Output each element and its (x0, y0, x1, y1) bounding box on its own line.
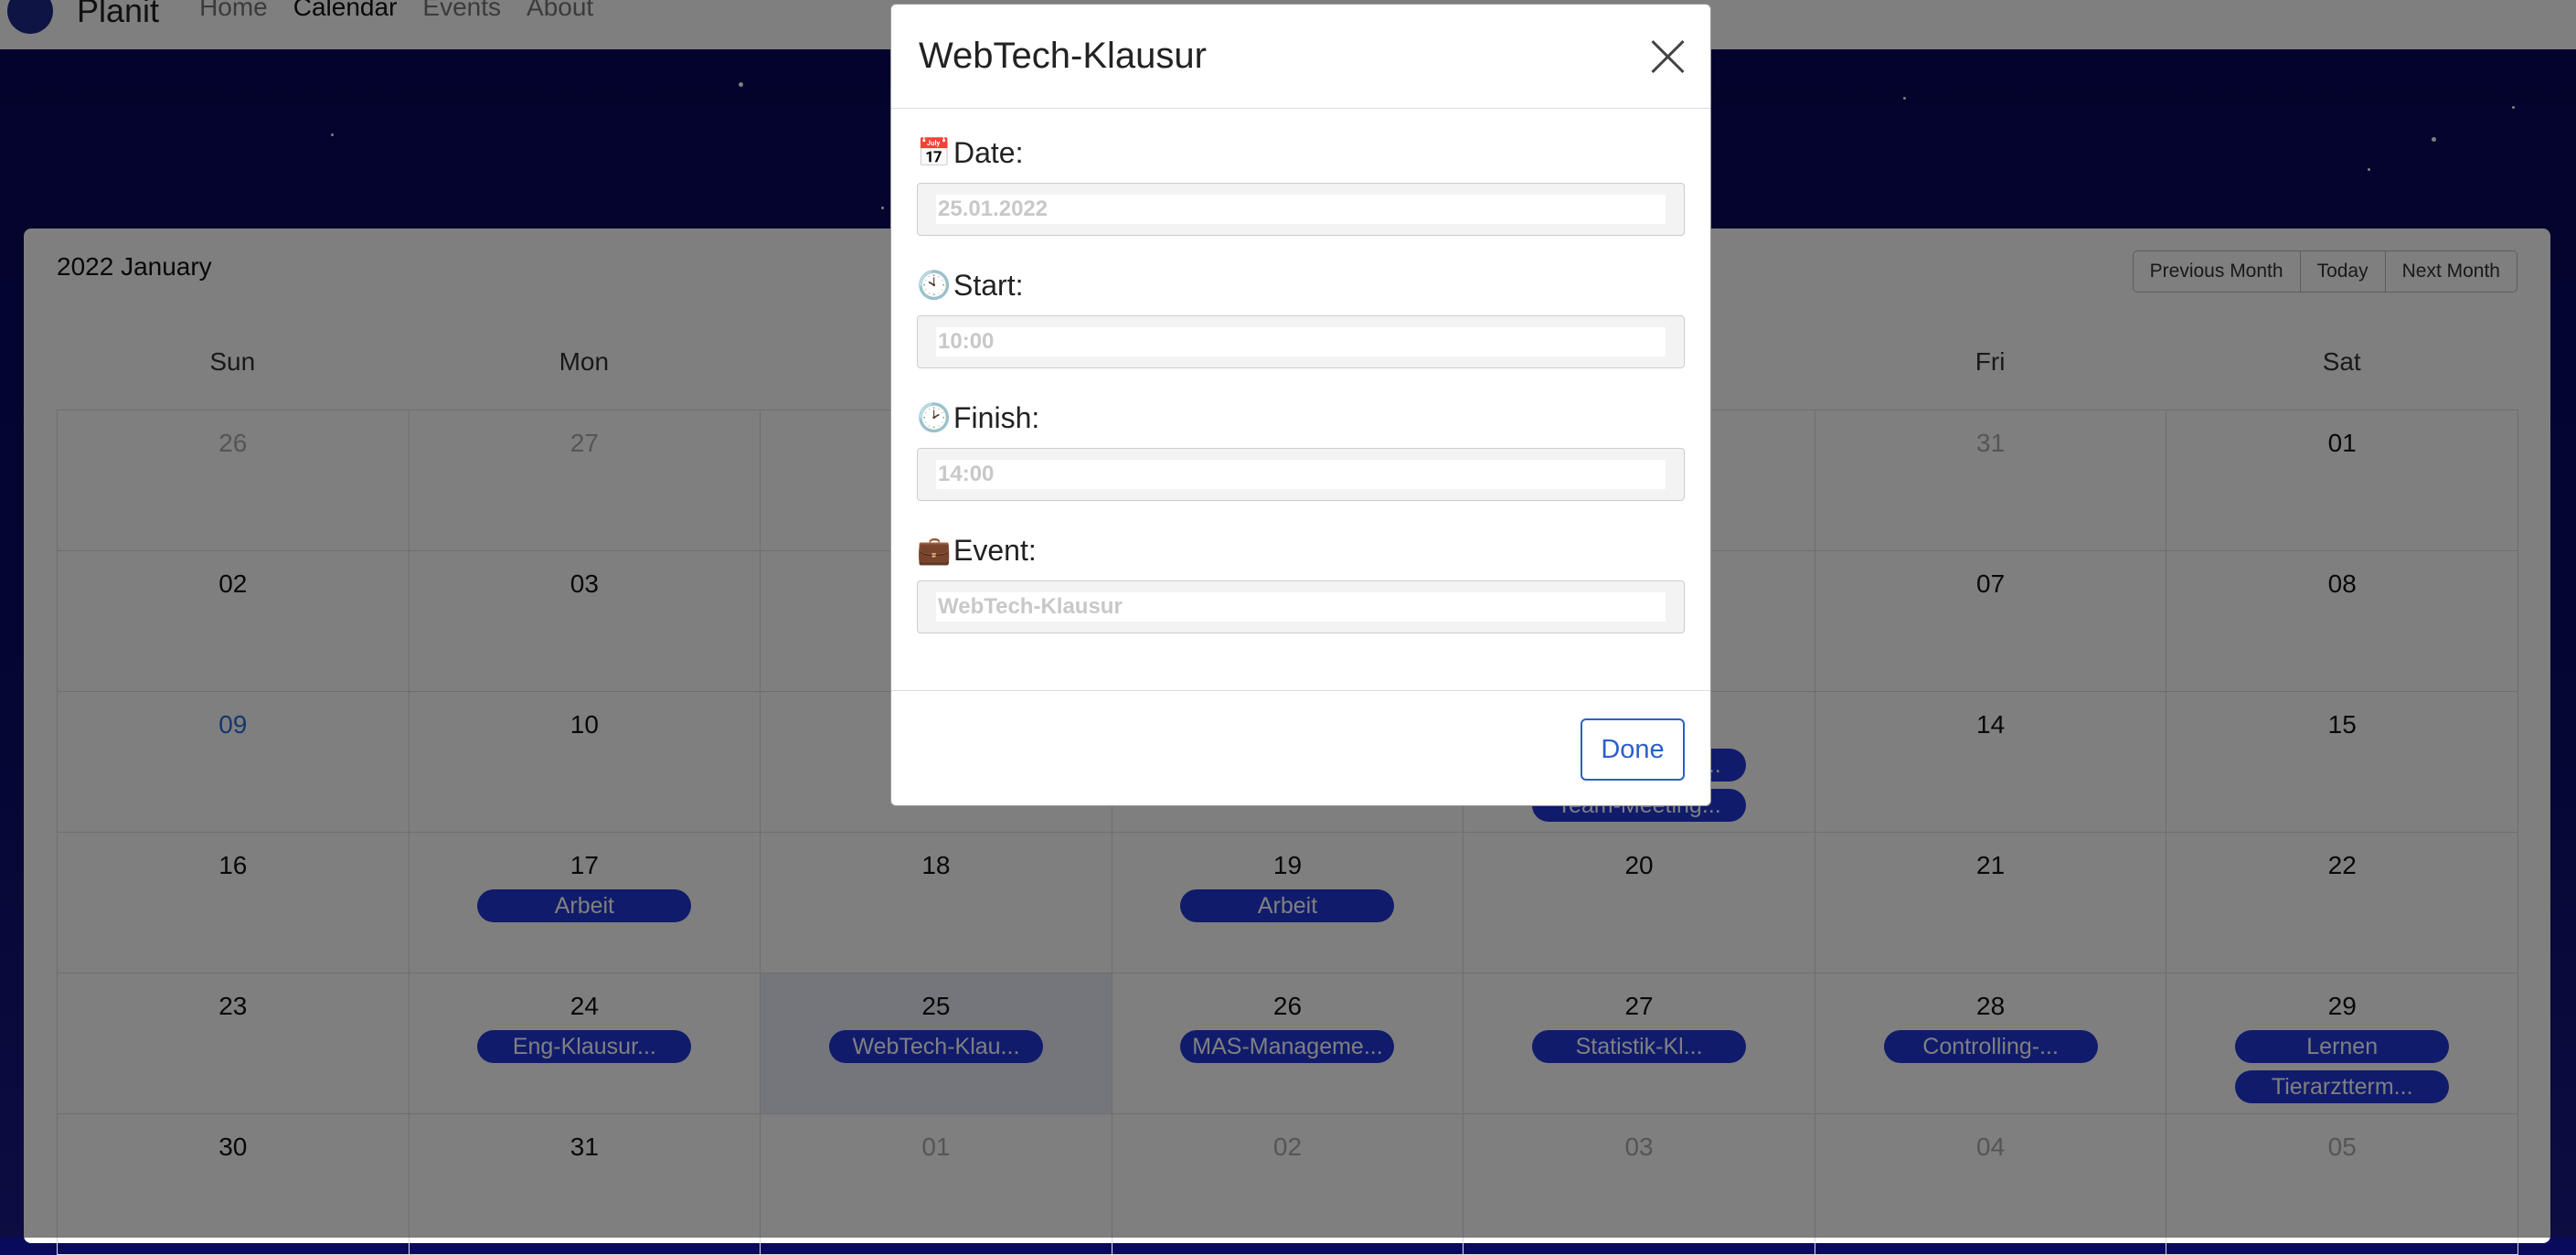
start-label-text: Start: (953, 269, 1024, 302)
finish-time-input[interactable] (936, 460, 1666, 489)
event-label-text: Event: (953, 534, 1037, 567)
done-button[interactable]: Done (1581, 718, 1685, 781)
modal-footer: Done (891, 690, 1710, 805)
close-icon[interactable] (1650, 38, 1687, 75)
finish-label: 🕑 Finish: (917, 401, 1685, 435)
date-field: 📅 Date: (917, 136, 1685, 236)
event-name-input[interactable] (936, 592, 1666, 622)
calendar-icon: 📅 (917, 138, 952, 168)
modal-title: WebTech-Klausur (919, 36, 1207, 76)
date-input[interactable] (936, 195, 1666, 224)
start-time-input[interactable] (936, 327, 1666, 356)
modal-body: 📅 Date: 🕙 Start: 🕑 Finish: (891, 109, 1710, 633)
event-details-modal: WebTech-Klausur 📅 Date: 🕙 Start: 🕑 (890, 4, 1711, 806)
start-input-wrap (917, 315, 1685, 368)
date-input-wrap (917, 183, 1685, 236)
date-label-text: Date: (953, 136, 1024, 169)
modal-header: WebTech-Klausur (891, 5, 1710, 109)
briefcase-icon: 💼 (917, 536, 952, 566)
finish-label-text: Finish: (953, 401, 1040, 434)
clock-icon: 🕑 (917, 403, 952, 433)
event-label: 💼 Event: (917, 534, 1685, 568)
start-label: 🕙 Start: (917, 269, 1685, 303)
finish-field: 🕑 Finish: (917, 401, 1685, 501)
date-label: 📅 Date: (917, 136, 1685, 170)
start-field: 🕙 Start: (917, 269, 1685, 368)
finish-input-wrap (917, 448, 1685, 501)
event-input-wrap (917, 580, 1685, 633)
event-field: 💼 Event: (917, 534, 1685, 633)
clock-icon: 🕙 (917, 271, 952, 301)
